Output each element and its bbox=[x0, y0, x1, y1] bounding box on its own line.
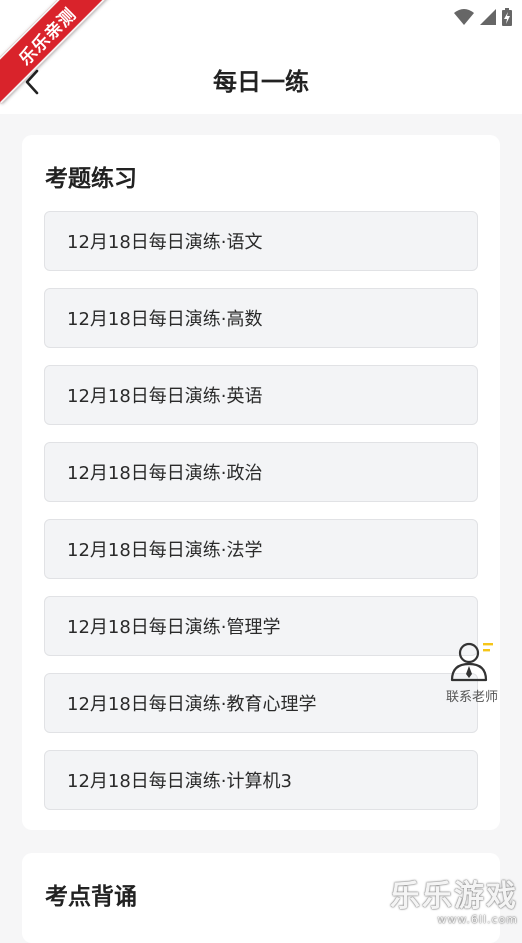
key-points-recite-heading: 考点背诵 bbox=[45, 877, 137, 911]
status-bar bbox=[454, 6, 512, 28]
exam-item-math[interactable]: 12月18日每日演练·高数 bbox=[44, 288, 478, 348]
exam-item-management[interactable]: 12月18日每日演练·管理学 bbox=[44, 596, 478, 656]
teacher-icon bbox=[449, 640, 495, 682]
exam-item-law[interactable]: 12月18日每日演练·法学 bbox=[44, 519, 478, 579]
watermark-url: www.6ll.com bbox=[390, 913, 518, 926]
exam-practice-card: 考题练习 12月18日每日演练·语文 12月18日每日演练·高数 12月18日每… bbox=[22, 135, 500, 830]
contact-teacher-button[interactable]: 联系老师 bbox=[440, 640, 504, 710]
site-watermark: 乐乐游戏 www.6ll.com bbox=[390, 881, 518, 926]
cell-signal-icon bbox=[480, 9, 496, 25]
watermark-text: 乐乐游戏 bbox=[390, 881, 518, 913]
exam-item-computer[interactable]: 12月18日每日演练·计算机3 bbox=[44, 750, 478, 810]
page-title: 每日一练 bbox=[0, 62, 522, 102]
exam-practice-heading: 考题练习 bbox=[45, 159, 137, 193]
exam-item-politics[interactable]: 12月18日每日演练·政治 bbox=[44, 442, 478, 502]
wifi-icon bbox=[454, 9, 474, 25]
exam-item-educational-psychology[interactable]: 12月18日每日演练·教育心理学 bbox=[44, 673, 478, 733]
contact-teacher-label: 联系老师 bbox=[446, 686, 498, 705]
battery-icon bbox=[502, 8, 512, 26]
exam-item-english[interactable]: 12月18日每日演练·英语 bbox=[44, 365, 478, 425]
exam-item-chinese[interactable]: 12月18日每日演练·语文 bbox=[44, 211, 478, 271]
